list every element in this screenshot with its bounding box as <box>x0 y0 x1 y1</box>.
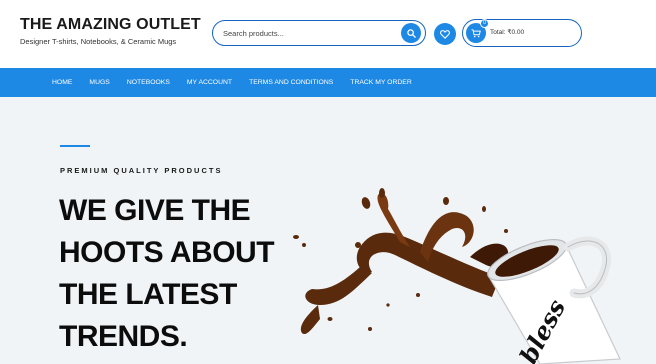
hero-headline: WE GIVE THE HOOTS ABOUT THE LATEST TREND… <box>59 190 275 358</box>
hero-banner: bless PREMIUM QUALITY PRODUCTS WE GIVE T… <box>0 97 656 364</box>
headline-line-1: WE GIVE THE <box>59 194 251 227</box>
nav-item-terms[interactable]: TERMS AND CONDITIONS <box>249 79 333 86</box>
cart-count-badge: 0 <box>480 19 489 28</box>
site-tagline: Designer T-shirts, Notebooks, & Ceramic … <box>20 37 177 46</box>
cart-button[interactable]: 0 Total: ₹0.00 <box>462 19 582 47</box>
nav-item-mugs[interactable]: MUGS <box>89 79 109 86</box>
search-input[interactable] <box>223 26 383 40</box>
headline-line-3: THE LATEST <box>59 278 237 311</box>
site-header: THE AMAZING OUTLET Designer T-shirts, No… <box>0 0 656 68</box>
cart-icon-wrap: 0 <box>466 19 489 43</box>
nav-item-my-account[interactable]: MY ACCOUNT <box>187 79 232 86</box>
search-bar <box>212 20 426 46</box>
nav-item-notebooks[interactable]: NOTEBOOKS <box>127 79 170 86</box>
cart-total: Total: ₹0.00 <box>490 29 525 36</box>
wishlist-button[interactable] <box>434 23 456 45</box>
nav-item-home[interactable]: HOME <box>52 79 72 86</box>
accent-line <box>60 145 90 147</box>
search-button[interactable] <box>401 23 421 43</box>
cart-icon <box>471 28 481 37</box>
hero-eyebrow: PREMIUM QUALITY PRODUCTS <box>60 166 223 175</box>
headline-line-2: HOOTS ABOUT <box>59 236 275 269</box>
search-icon <box>406 28 416 38</box>
nav-item-track-order[interactable]: TRACK MY ORDER <box>350 79 411 86</box>
main-nav: HOME MUGS NOTEBOOKS MY ACCOUNT TERMS AND… <box>0 68 656 97</box>
headline-line-4: TRENDS. <box>59 320 188 353</box>
site-title[interactable]: THE AMAZING OUTLET <box>20 16 201 34</box>
heart-icon <box>440 29 450 39</box>
